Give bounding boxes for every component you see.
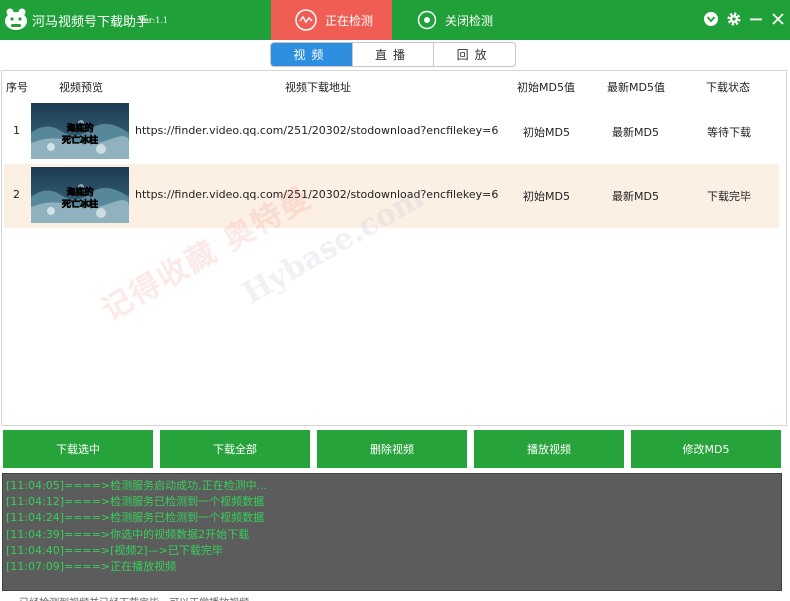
minimize-icon[interactable] — [748, 11, 764, 27]
delete-video-button[interactable]: 删除视频 — [317, 430, 467, 468]
segment-live[interactable]: 直播 — [351, 43, 434, 66]
thumbnail-image-icon: 海底的 死亡冰柱 — [31, 103, 129, 159]
tab-detecting-label: 正在检测 — [325, 13, 374, 28]
video-url: https://finder.video.qq.com/251/20302/st… — [135, 124, 498, 137]
action-bar: 下载选中 下载全部 删除视频 播放视频 修改MD5 — [3, 430, 781, 468]
log-line: [11:04:05]====>检测服务启动成功,正在检测中... — [6, 479, 268, 492]
row-index: 1 — [13, 124, 20, 137]
col-md5-latest-header: 最新MD5值 — [607, 81, 665, 94]
log-line: [11:04:24]====>检测服务已检测到一个视频数据 — [6, 511, 265, 525]
col-index-header: 序号 — [6, 81, 28, 94]
tab-stop-detecting-label: 关闭检测 — [445, 13, 494, 28]
row-index: 2 — [13, 188, 20, 201]
log-line: [11:04:39]====>你选中的视频数据2开始下载 — [6, 527, 250, 541]
thumbnail-image-icon: 海底的 死亡冰柱 — [31, 167, 129, 223]
col-status-header: 下载状态 — [706, 81, 750, 94]
svg-text:死亡冰柱: 死亡冰柱 — [61, 134, 98, 146]
md5-initial: 初始MD5 — [523, 126, 570, 139]
play-video-button[interactable]: 播放视频 — [474, 430, 624, 468]
md5-initial: 初始MD5 — [523, 190, 570, 203]
download-selected-button[interactable]: 下载选中 — [3, 430, 153, 468]
app-window: 河马视频号下载助手 Ver:1.1 正在检测 关闭检测 视频 直播 回放 序号 … — [0, 0, 790, 601]
app-title: 河马视频号下载助手 — [32, 15, 150, 30]
col-url-header: 视频下载地址 — [285, 81, 351, 94]
gear-icon[interactable] — [726, 11, 742, 27]
title-bar: 河马视频号下载助手 Ver:1.1 正在检测 关闭检测 — [0, 0, 790, 40]
md5-latest: 最新MD5 — [612, 126, 659, 139]
svg-text:海底的: 海底的 — [66, 122, 93, 134]
app-version: Ver:1.1 — [139, 16, 169, 25]
md5-latest: 最新MD5 — [612, 190, 659, 203]
hippo-logo-icon — [5, 8, 27, 30]
scan-icon — [295, 9, 317, 31]
col-md5-initial-header: 初始MD5值 — [517, 81, 575, 94]
close-icon[interactable] — [770, 11, 786, 27]
video-table: 序号 视频预览 视频下载地址 初始MD5值 最新MD5值 下载状态 1 海底的 … — [1, 70, 787, 426]
log-panel[interactable]: [11:04:05]====>检测服务启动成功,正在检测中... [11:04:… — [2, 473, 782, 591]
svg-text:死亡冰柱: 死亡冰柱 — [61, 198, 98, 210]
segment-video[interactable]: 视频 — [271, 43, 352, 66]
stop-circle-icon — [417, 10, 437, 30]
download-status: 等待下载 — [707, 126, 751, 139]
dropdown-circle-icon[interactable] — [703, 11, 719, 27]
status-line: — 已经检测到视频并已经下载完毕，可以正常播放视频 — [6, 594, 249, 601]
log-line: [11:07:09]====>正在播放视频 — [6, 560, 177, 574]
media-type-switch: 视频 直播 回放 — [270, 42, 516, 67]
log-line: [11:04:40]====>[视频2]—>已下载完毕 — [6, 543, 223, 557]
tab-stop-detecting[interactable]: 关闭检测 — [392, 0, 512, 40]
table-row[interactable]: 1 海底的 死亡冰柱 https://finder.video.qq.com/2… — [4, 100, 779, 164]
video-url: https://finder.video.qq.com/251/20302/st… — [135, 188, 498, 201]
download-status: 下载完毕 — [707, 190, 751, 203]
table-row[interactable]: 2 海底的 死亡冰柱 https://finder.video.qq.com/2… — [4, 164, 779, 228]
col-preview-header: 视频预览 — [59, 81, 103, 94]
tab-detecting[interactable]: 正在检测 — [271, 0, 392, 40]
table-header: 序号 视频预览 视频下载地址 初始MD5值 最新MD5值 下载状态 — [2, 71, 786, 99]
download-all-button[interactable]: 下载全部 — [160, 430, 310, 468]
modify-md5-button[interactable]: 修改MD5 — [631, 430, 781, 468]
segment-replay[interactable]: 回放 — [433, 43, 515, 66]
video-thumbnail[interactable]: 海底的 死亡冰柱 — [31, 103, 129, 159]
log-line: [11:04:12]====>检测服务已检测到一个视频数据 — [6, 495, 265, 509]
svg-text:海底的: 海底的 — [66, 186, 93, 198]
video-thumbnail[interactable]: 海底的 死亡冰柱 — [31, 167, 129, 223]
